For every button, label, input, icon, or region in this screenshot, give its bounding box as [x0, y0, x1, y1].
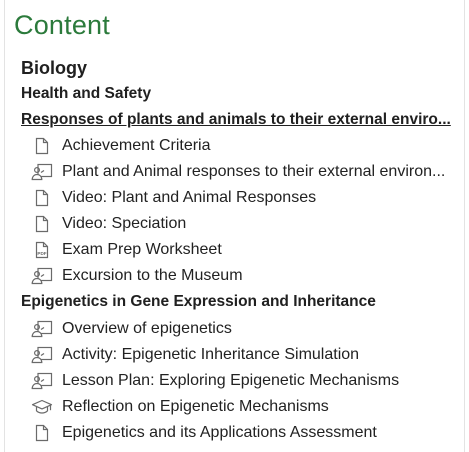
lesson-icon: [31, 345, 53, 365]
pdf-icon: PDF: [31, 240, 53, 260]
graduation-cap-icon: [31, 397, 53, 417]
lesson-icon: [31, 266, 53, 286]
content-item-label: Overview of epigenetics: [62, 320, 232, 337]
lesson-icon: [31, 162, 53, 182]
course-title: Biology: [21, 58, 87, 78]
content-item-achievement-criteria[interactable]: Achievement Criteria: [31, 134, 458, 158]
page-title: Content: [14, 10, 110, 40]
content-item-plant-animal-responses[interactable]: Plant and Animal responses to their exte…: [31, 160, 458, 184]
content-item-assessment[interactable]: Epigenetics and its Applications Assessm…: [31, 421, 458, 445]
module-health-and-safety[interactable]: Health and Safety: [21, 84, 458, 104]
content-item-excursion-museum[interactable]: Excursion to the Museum: [31, 264, 458, 288]
lesson-icon: [31, 371, 53, 391]
content-item-label: Plant and Animal responses to their exte…: [62, 163, 446, 180]
document-icon: [31, 188, 53, 208]
content-item-video-plant-animal[interactable]: Video: Plant and Animal Responses: [31, 186, 458, 210]
content-item-lesson-plan[interactable]: Lesson Plan: Exploring Epigenetic Mechan…: [31, 369, 458, 393]
content-item-exam-prep-worksheet[interactable]: PDF Exam Prep Worksheet: [31, 238, 458, 262]
content-item-reflection[interactable]: Reflection on Epigenetic Mechanisms: [31, 395, 458, 419]
document-icon: [31, 423, 53, 443]
content-item-label: Epigenetics and its Applications Assessm…: [62, 424, 377, 441]
module-responses-of-plants-and-animals[interactable]: Responses of plants and animals to their…: [21, 110, 458, 130]
content-item-label: Excursion to the Museum: [62, 267, 243, 284]
content-item-overview-epigenetics[interactable]: Overview of epigenetics: [31, 317, 458, 341]
document-icon: [31, 136, 53, 156]
content-item-label: Activity: Epigenetic Inheritance Simulat…: [62, 346, 360, 363]
module-epigenetics[interactable]: Epigenetics in Gene Expression and Inher…: [21, 292, 458, 312]
content-item-label: Video: Speciation: [62, 215, 187, 232]
content-item-activity-simulation[interactable]: Activity: Epigenetic Inheritance Simulat…: [31, 343, 458, 367]
content-item-label: Reflection on Epigenetic Mechanisms: [62, 398, 329, 415]
content-panel: Content Biology Health and Safety Respon…: [4, 0, 465, 452]
content-item-video-speciation[interactable]: Video: Speciation: [31, 212, 458, 236]
document-icon: [31, 214, 53, 234]
svg-text:PDF: PDF: [37, 251, 46, 256]
content-item-label: Video: Plant and Animal Responses: [62, 189, 317, 206]
content-item-label: Achievement Criteria: [62, 137, 211, 154]
lesson-icon: [31, 319, 53, 339]
content-item-label: Exam Prep Worksheet: [62, 241, 222, 258]
content-item-label: Lesson Plan: Exploring Epigenetic Mechan…: [62, 372, 400, 389]
